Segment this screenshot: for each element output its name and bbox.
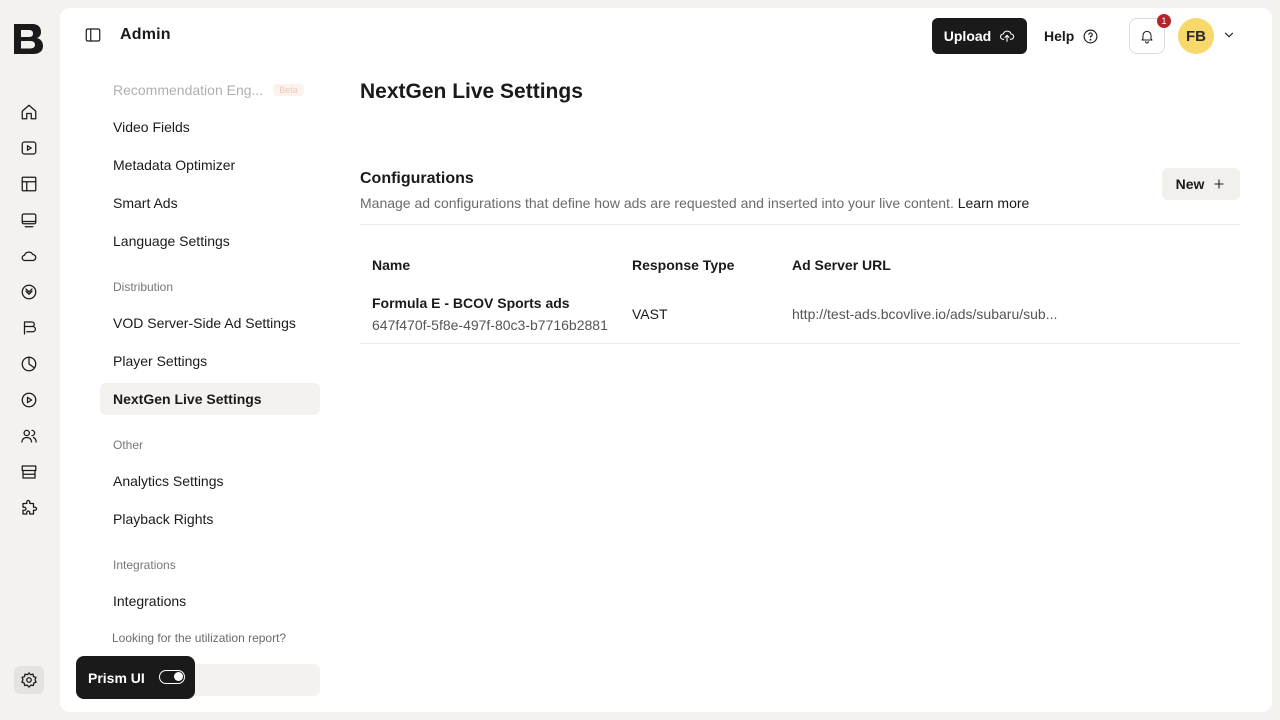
toggle-knob <box>174 672 183 681</box>
nav-group-distribution: Distribution <box>113 280 174 294</box>
column-header-name: Name <box>372 257 411 273</box>
sidebar-toggle-icon[interactable] <box>84 26 104 46</box>
toggle-switch[interactable] <box>159 670 185 684</box>
section-divider <box>360 224 1240 225</box>
configurations-description: Manage ad configurations that define how… <box>360 195 1029 211</box>
description-text: Manage ad configurations that define how… <box>360 195 954 211</box>
nav-item-smart-ads[interactable]: Smart Ads <box>100 187 320 219</box>
upload-cloud-icon <box>1000 30 1015 42</box>
nav-item-video-fields[interactable]: Video Fields <box>100 111 320 143</box>
nav-item-vod-ssai-settings[interactable]: VOD Server-Side Ad Settings <box>100 307 320 339</box>
utilization-report-note: Looking for the utilization report? <box>112 631 287 645</box>
new-configuration-button[interactable]: New <box>1162 168 1240 200</box>
settings-icon[interactable] <box>14 666 44 694</box>
help-label: Help <box>1044 28 1075 44</box>
chevron-down-icon[interactable] <box>1222 28 1238 44</box>
prism-ui-label: Prism UI <box>88 669 145 686</box>
nav-item-analytics-settings[interactable]: Analytics Settings <box>100 465 320 497</box>
layout-icon[interactable] <box>14 170 44 198</box>
puzzle-icon[interactable] <box>14 494 44 522</box>
help-button[interactable]: Help <box>1044 18 1099 54</box>
nav-group-other: Other <box>113 438 144 452</box>
beta-badge: Beta <box>273 84 304 96</box>
bell-icon <box>1141 30 1153 44</box>
learn-more-link[interactable]: Learn more <box>958 195 1030 211</box>
column-header-ad-server-url: Ad Server URL <box>792 257 891 273</box>
app-rail <box>0 0 60 720</box>
help-circle-icon <box>1083 29 1098 43</box>
new-label: New <box>1175 176 1205 192</box>
settings-nav: Recommendation Eng... Beta Video Fields … <box>100 78 320 712</box>
page-section-title: Admin <box>120 26 171 43</box>
prism-ui-toggle[interactable]: Prism UI <box>76 656 195 699</box>
avatar[interactable]: FB <box>1178 18 1214 54</box>
config-response-type: VAST <box>632 306 668 322</box>
nav-item-playback-rights[interactable]: Playback Rights <box>100 503 320 535</box>
analytics-icon[interactable] <box>14 350 44 378</box>
notifications-button[interactable]: 1 <box>1129 14 1171 54</box>
brand-icon[interactable] <box>14 314 44 342</box>
nav-group-integrations: Integrations <box>113 558 176 572</box>
nav-item-player-settings[interactable]: Player Settings <box>100 345 320 377</box>
upload-button[interactable]: Upload <box>932 18 1027 54</box>
play-icon[interactable] <box>14 386 44 414</box>
main-panel: Admin Upload Help 1 FB Recommendation En… <box>60 8 1272 712</box>
configurations-title: Configurations <box>360 170 474 187</box>
home-icon[interactable] <box>14 98 44 126</box>
nav-item-label: Recommendation Eng... <box>113 82 264 98</box>
brand-logo-icon[interactable] <box>10 22 46 56</box>
plus-icon <box>1214 179 1224 189</box>
notification-count-badge: 1 <box>1157 14 1171 28</box>
users-icon[interactable] <box>14 422 44 450</box>
upload-label: Upload <box>943 28 992 44</box>
nav-item-nextgen-live-settings[interactable]: NextGen Live Settings <box>100 383 320 415</box>
nav-item-metadata-optimizer[interactable]: Metadata Optimizer <box>100 149 320 181</box>
cloud-icon[interactable] <box>14 242 44 270</box>
table-row[interactable]: Formula E - BCOV Sports ads 647f470f-5f8… <box>360 286 1240 344</box>
nav-item-integrations[interactable]: Integrations <box>100 585 320 617</box>
config-id: 647f470f-5f8e-497f-80c3-b7716b2881 <box>372 317 608 333</box>
column-header-response-type: Response Type <box>632 257 735 273</box>
badge-icon[interactable] <box>14 278 44 306</box>
nav-item-language-settings[interactable]: Language Settings <box>100 225 320 257</box>
store-icon[interactable] <box>14 458 44 486</box>
config-ad-server-url: http://test-ads.bcovlive.io/ads/subaru/s… <box>792 306 1058 322</box>
nav-item-recommendation-engine[interactable]: Recommendation Eng... Beta <box>100 74 320 106</box>
page-title: NextGen Live Settings <box>360 80 583 103</box>
config-name: Formula E - BCOV Sports ads <box>372 295 570 311</box>
monitor-icon[interactable] <box>14 206 44 234</box>
video-icon[interactable] <box>14 134 44 162</box>
